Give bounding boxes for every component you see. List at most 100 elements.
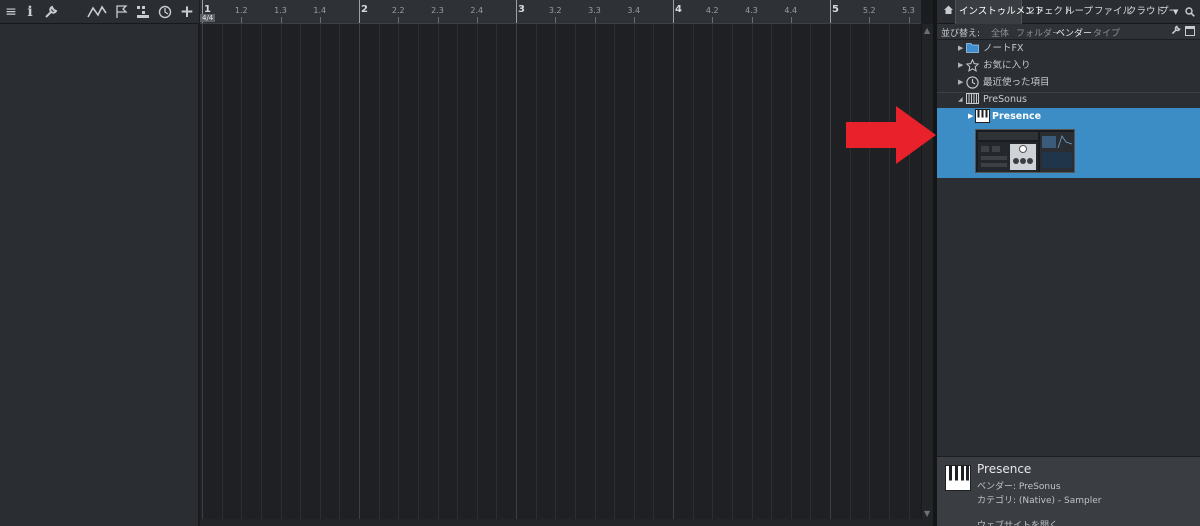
time-signature[interactable]: 4/4 bbox=[200, 14, 216, 22]
tree-item-favorites[interactable]: ▶ お気に入り bbox=[937, 57, 1200, 74]
tree-item-recent[interactable]: ▶ 最近使った項目 bbox=[937, 74, 1200, 91]
beat-grid-line bbox=[339, 24, 341, 519]
chevron-down-icon[interactable]: ◢ bbox=[958, 91, 963, 108]
tree-item-vendor-presonus[interactable]: ◢ PreSonus bbox=[937, 91, 1200, 108]
scroll-down-icon[interactable]: ▼ bbox=[924, 509, 930, 518]
ruler-label: 4.2 bbox=[705, 6, 719, 15]
sort-folder[interactable]: フォルダー bbox=[1016, 26, 1061, 39]
chevron-down-icon[interactable]: ▼ bbox=[1173, 0, 1178, 24]
beat-grid-line bbox=[476, 24, 478, 519]
info-category: カテゴリ: (Native) - Sampler bbox=[977, 496, 1102, 506]
beat-grid-line bbox=[888, 24, 890, 519]
tree-label: PreSonus bbox=[983, 94, 1027, 105]
ruler-label: 1.3 bbox=[274, 6, 287, 15]
tab-loops[interactable]: ループ bbox=[1065, 0, 1093, 24]
bar-grid-line bbox=[359, 24, 360, 519]
beat-grid-line bbox=[633, 24, 635, 519]
bar-grid-line bbox=[673, 24, 674, 519]
search-icon[interactable] bbox=[1185, 0, 1195, 24]
track-list[interactable] bbox=[0, 24, 199, 526]
tree-item-presence[interactable]: ▶ Presence bbox=[937, 108, 1200, 125]
vertical-scrollbar[interactable]: ▲ ▼ bbox=[921, 24, 933, 519]
ruler-beat-tick bbox=[594, 17, 596, 23]
wrench-icon[interactable] bbox=[1171, 25, 1181, 38]
ruler-beat-tick bbox=[398, 17, 400, 23]
info-title: Presence bbox=[977, 462, 1032, 476]
beat-grid-line bbox=[849, 24, 851, 519]
timeline-ruler[interactable]: 1 1.2 1.3 1.4 2 2.2 2.3 2.4 3 3.2 3.3 3.4 4 4.2 4.3 4.4… bbox=[200, 0, 921, 24]
beat-grid-line bbox=[555, 24, 557, 519]
ruler-label: 2.2 bbox=[391, 6, 405, 15]
ruler-beat-tick bbox=[280, 17, 282, 23]
chevron-right-icon[interactable]: ▶ bbox=[958, 57, 963, 74]
beat-grid-line bbox=[496, 24, 498, 519]
wrench-icon[interactable] bbox=[42, 3, 60, 21]
info-vendor: ベンダー: PreSonus bbox=[977, 482, 1061, 492]
ruler-label: 3.4 bbox=[627, 6, 641, 15]
clock-icon[interactable] bbox=[156, 3, 174, 21]
ruler-label: 1.4 bbox=[313, 6, 327, 15]
ruler-label: 4.4 bbox=[784, 6, 798, 15]
piano-keys-icon bbox=[966, 93, 979, 106]
beat-grid-line bbox=[810, 24, 812, 519]
piano-keys-icon bbox=[975, 109, 990, 124]
beat-grid-line bbox=[535, 24, 537, 519]
snap-grid-icon[interactable] bbox=[134, 3, 152, 21]
selected-instrument-row[interactable]: ▶ Presence bbox=[937, 108, 1200, 178]
marker-flag-icon[interactable] bbox=[112, 3, 130, 21]
home-icon[interactable] bbox=[940, 4, 956, 20]
beat-grid-line bbox=[378, 24, 380, 519]
add-icon[interactable]: + bbox=[178, 2, 196, 22]
tree-label: ノートFX bbox=[983, 43, 1024, 54]
chevron-right-icon[interactable]: ▶ bbox=[968, 108, 973, 125]
arrange-view[interactable] bbox=[200, 24, 921, 519]
annotation-arrow-icon bbox=[846, 106, 936, 164]
bar-grid-line bbox=[516, 24, 517, 519]
beat-grid-line bbox=[319, 24, 321, 519]
info-icon[interactable]: i bbox=[21, 3, 39, 21]
chevron-right-icon[interactable]: ▶ bbox=[958, 74, 963, 91]
ruler-beat-tick bbox=[633, 17, 635, 23]
ruler-label: 3 bbox=[518, 4, 525, 15]
ruler-beat-tick bbox=[751, 17, 753, 23]
window-icon[interactable] bbox=[1185, 26, 1195, 39]
beat-grid-line bbox=[574, 24, 576, 519]
beat-grid-line bbox=[751, 24, 753, 519]
beat-grid-line bbox=[653, 24, 655, 519]
open-website-link[interactable]: ウェブサイトを開く bbox=[977, 518, 1058, 526]
ruler-label: 5 bbox=[832, 4, 839, 15]
beat-grid-line bbox=[241, 24, 243, 519]
ruler-beat-tick bbox=[712, 17, 714, 23]
ruler-label: 2 bbox=[361, 4, 368, 15]
automation-icon[interactable] bbox=[86, 3, 108, 21]
beat-grid-line bbox=[614, 24, 616, 519]
chevron-right-icon[interactable]: ▶ bbox=[958, 40, 963, 57]
sort-vendor[interactable]: ベンダー bbox=[1056, 26, 1092, 39]
sort-all[interactable]: 全体 bbox=[991, 26, 1009, 39]
ruler-bar-tick bbox=[673, 0, 674, 23]
beat-grid-line bbox=[712, 24, 714, 519]
horizontal-scrollbar[interactable] bbox=[200, 519, 933, 526]
beat-grid-line bbox=[417, 24, 419, 519]
scroll-up-icon[interactable]: ▲ bbox=[924, 26, 930, 35]
bar-grid-line bbox=[830, 24, 831, 519]
tree-label: お気に入り bbox=[983, 60, 1031, 71]
ruler-beat-tick bbox=[908, 17, 910, 23]
track-toolbar: ≡ i + bbox=[0, 0, 199, 24]
menu-icon[interactable]: ≡ bbox=[2, 3, 20, 21]
ruler-label: 1.2 bbox=[234, 6, 248, 15]
tab-instruments[interactable]: インストゥルメント bbox=[955, 0, 1044, 24]
tree-item-note-fx[interactable]: ▶ ノートFX bbox=[937, 40, 1200, 57]
bar-grid-line bbox=[202, 24, 203, 519]
sort-type[interactable]: タイプ bbox=[1093, 26, 1120, 39]
clock-icon bbox=[966, 76, 979, 89]
beat-grid-line bbox=[221, 24, 223, 519]
beat-grid-line bbox=[398, 24, 400, 519]
presence-thumbnail[interactable] bbox=[975, 129, 1075, 173]
beat-grid-line bbox=[731, 24, 733, 519]
ruler-label: 4 bbox=[675, 4, 682, 15]
ruler-beat-tick bbox=[869, 17, 871, 23]
ruler-beat-tick bbox=[476, 17, 478, 23]
piano-keys-icon bbox=[945, 465, 971, 491]
browser-tabs: インストゥルメント エフェクト ループ ファイル クラウド プー ▼ bbox=[937, 0, 1200, 24]
